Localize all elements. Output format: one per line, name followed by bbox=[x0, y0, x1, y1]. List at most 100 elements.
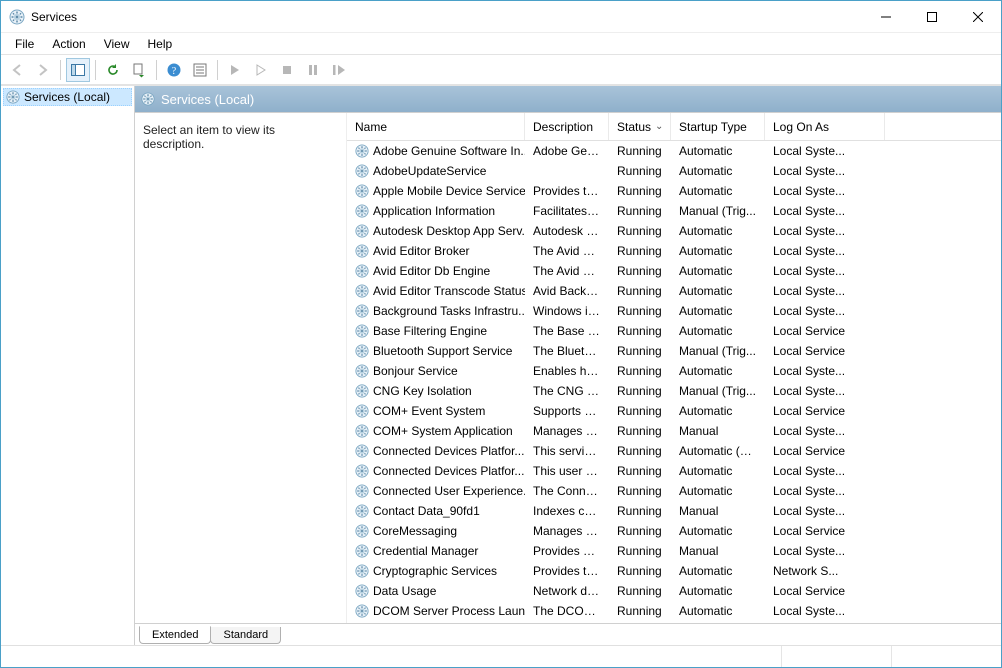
right-pane: Services (Local) Select an item to view … bbox=[135, 86, 1001, 645]
cell-logon: Local Syste... bbox=[765, 364, 885, 378]
cell-startup: Automatic bbox=[671, 184, 765, 198]
cell-name: Credential Manager bbox=[347, 544, 525, 558]
help-button[interactable]: ? bbox=[162, 58, 186, 82]
column-header-name[interactable]: Name bbox=[347, 113, 525, 140]
cell-status: Running bbox=[609, 304, 671, 318]
service-row[interactable]: Bonjour ServiceEnables har...RunningAuto… bbox=[347, 361, 1001, 381]
service-row[interactable]: Avid Editor Db EngineThe Avid Ed...Runni… bbox=[347, 261, 1001, 281]
minimize-button[interactable] bbox=[863, 1, 909, 32]
tab-strip: Extended Standard bbox=[135, 623, 1001, 645]
cell-name: DCOM Server Process Laun... bbox=[347, 604, 525, 618]
service-name-text: AdobeUpdateService bbox=[373, 164, 486, 178]
cell-status: Running bbox=[609, 544, 671, 558]
export-list-button[interactable] bbox=[127, 58, 151, 82]
cell-logon: Local Service bbox=[765, 444, 885, 458]
gear-icon bbox=[355, 224, 369, 238]
cell-status: Running bbox=[609, 424, 671, 438]
service-row[interactable]: Bluetooth Support ServiceThe Bluetoo...R… bbox=[347, 341, 1001, 361]
menu-help[interactable]: Help bbox=[140, 35, 181, 53]
service-row[interactable]: Background Tasks Infrastru...Windows in.… bbox=[347, 301, 1001, 321]
restart-service-button[interactable] bbox=[327, 58, 351, 82]
cell-logon: Local Service bbox=[765, 344, 885, 358]
cell-startup: Manual bbox=[671, 424, 765, 438]
service-row[interactable]: Contact Data_90fd1Indexes con...RunningM… bbox=[347, 501, 1001, 521]
service-name-text: Background Tasks Infrastru... bbox=[373, 304, 525, 318]
cell-startup: Automatic bbox=[671, 164, 765, 178]
column-header-startup[interactable]: Startup Type bbox=[671, 113, 765, 140]
pause-service-button[interactable] bbox=[301, 58, 325, 82]
service-row[interactable]: CoreMessagingManages co...RunningAutomat… bbox=[347, 521, 1001, 541]
gear-icon bbox=[355, 564, 369, 578]
gear-icon bbox=[355, 584, 369, 598]
cell-startup: Automatic (D... bbox=[671, 444, 765, 458]
tab-extended[interactable]: Extended bbox=[139, 626, 211, 644]
status-bar bbox=[1, 645, 1001, 667]
service-name-text: Contact Data_90fd1 bbox=[373, 504, 480, 518]
service-row[interactable]: Avid Editor Transcode StatusAvid Backgr.… bbox=[347, 281, 1001, 301]
service-row[interactable]: CNG Key IsolationThe CNG ke...RunningMan… bbox=[347, 381, 1001, 401]
column-header-logon[interactable]: Log On As bbox=[765, 113, 885, 140]
cell-startup: Automatic bbox=[671, 324, 765, 338]
service-row[interactable]: Apple Mobile Device ServiceProvides th..… bbox=[347, 181, 1001, 201]
app-icon bbox=[9, 9, 25, 25]
service-row[interactable]: Connected User Experience...The Connec..… bbox=[347, 481, 1001, 501]
cell-description: Provides th... bbox=[525, 184, 609, 198]
cell-status: Running bbox=[609, 404, 671, 418]
cell-name: Connected Devices Platfor... bbox=[347, 444, 525, 458]
cell-logon: Local Service bbox=[765, 404, 885, 418]
cell-description: The CNG ke... bbox=[525, 384, 609, 398]
show-hide-tree-button[interactable] bbox=[66, 58, 90, 82]
service-row[interactable]: Autodesk Desktop App Serv...Autodesk D..… bbox=[347, 221, 1001, 241]
gear-icon bbox=[355, 284, 369, 298]
column-header-description[interactable]: Description bbox=[525, 113, 609, 140]
stop-service-button[interactable] bbox=[275, 58, 299, 82]
menu-action[interactable]: Action bbox=[44, 35, 93, 53]
forward-button[interactable] bbox=[31, 58, 55, 82]
service-row[interactable]: Data UsageNetwork da...RunningAutomaticL… bbox=[347, 581, 1001, 601]
service-row[interactable]: Application InformationFacilitates t...R… bbox=[347, 201, 1001, 221]
cell-name: Base Filtering Engine bbox=[347, 324, 525, 338]
column-header-status[interactable]: Status⌄ bbox=[609, 113, 671, 140]
service-row[interactable]: COM+ Event SystemSupports Sy...RunningAu… bbox=[347, 401, 1001, 421]
cell-status: Running bbox=[609, 224, 671, 238]
service-row[interactable]: Credential ManagerProvides se...RunningM… bbox=[347, 541, 1001, 561]
properties-button[interactable] bbox=[188, 58, 212, 82]
gear-icon bbox=[355, 384, 369, 398]
service-row[interactable]: COM+ System ApplicationManages th...Runn… bbox=[347, 421, 1001, 441]
maximize-button[interactable] bbox=[909, 1, 955, 32]
cell-name: Autodesk Desktop App Serv... bbox=[347, 224, 525, 238]
cell-logon: Local Syste... bbox=[765, 424, 885, 438]
service-row[interactable]: Connected Devices Platfor...This service… bbox=[347, 441, 1001, 461]
close-button[interactable] bbox=[955, 1, 1001, 32]
cell-status: Running bbox=[609, 184, 671, 198]
menu-bar: File Action View Help bbox=[1, 33, 1001, 55]
service-row[interactable]: Adobe Genuine Software In...Adobe Gen...… bbox=[347, 141, 1001, 161]
cell-logon: Local Syste... bbox=[765, 204, 885, 218]
refresh-button[interactable] bbox=[101, 58, 125, 82]
service-row[interactable]: DCOM Server Process Laun...The DCOM ...R… bbox=[347, 601, 1001, 621]
service-row[interactable]: Avid Editor BrokerThe Avid Ed...RunningA… bbox=[347, 241, 1001, 261]
cell-name: Application Information bbox=[347, 204, 525, 218]
list-body[interactable]: Adobe Genuine Software In...Adobe Gen...… bbox=[347, 141, 1001, 623]
back-button[interactable] bbox=[5, 58, 29, 82]
service-row[interactable]: Cryptographic ServicesProvides thr...Run… bbox=[347, 561, 1001, 581]
menu-view[interactable]: View bbox=[96, 35, 138, 53]
cell-status: Running bbox=[609, 264, 671, 278]
close-icon bbox=[973, 12, 983, 22]
service-row[interactable]: Base Filtering EngineThe Base Fil...Runn… bbox=[347, 321, 1001, 341]
forward-arrow-icon bbox=[35, 62, 51, 78]
gear-icon bbox=[355, 504, 369, 518]
pane-header: Services (Local) bbox=[135, 86, 1001, 112]
menu-file[interactable]: File bbox=[7, 35, 42, 53]
back-arrow-icon bbox=[9, 62, 25, 78]
start-service-button[interactable] bbox=[223, 58, 247, 82]
service-row[interactable]: Connected Devices Platfor...This user se… bbox=[347, 461, 1001, 481]
start-service-param-button[interactable] bbox=[249, 58, 273, 82]
service-row[interactable]: AdobeUpdateServiceRunningAutomaticLocal … bbox=[347, 161, 1001, 181]
cell-logon: Local Syste... bbox=[765, 184, 885, 198]
tab-standard[interactable]: Standard bbox=[210, 627, 281, 644]
tree-item-services-local[interactable]: Services (Local) bbox=[3, 88, 132, 106]
cell-status: Running bbox=[609, 504, 671, 518]
cell-startup: Manual (Trig... bbox=[671, 204, 765, 218]
tree-pane[interactable]: Services (Local) bbox=[1, 86, 135, 645]
